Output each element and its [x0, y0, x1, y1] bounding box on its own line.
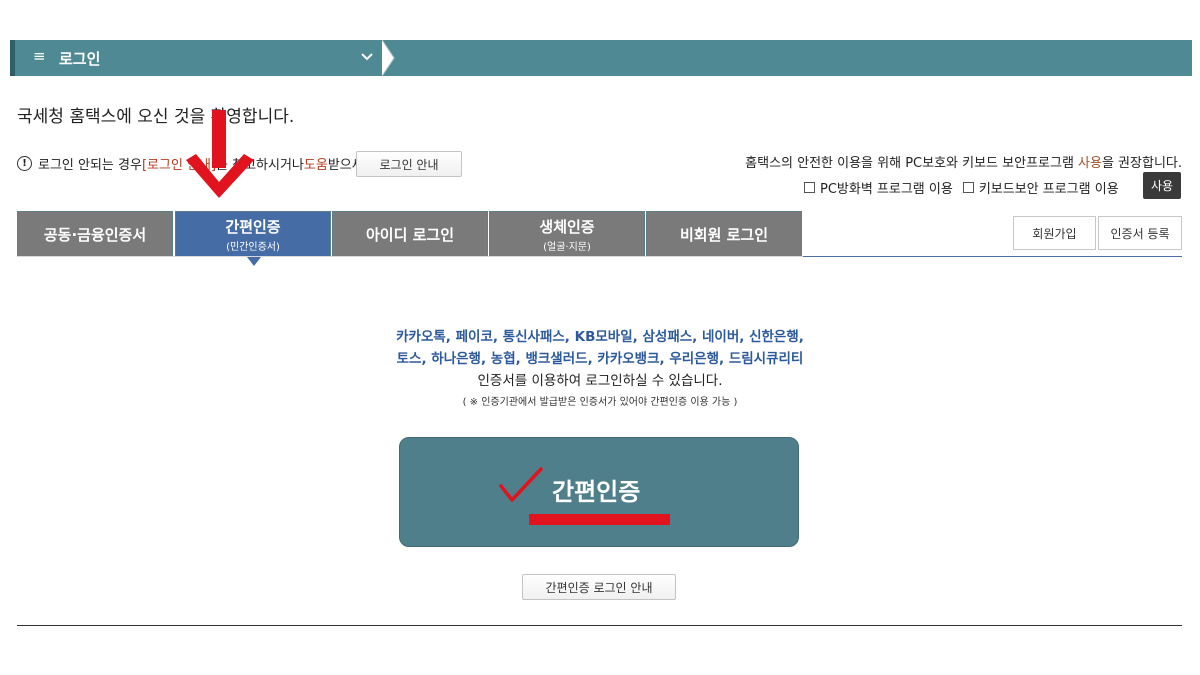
simple-auth-button-label: 간편인증	[552, 478, 641, 506]
breadcrumb-separator-icon	[382, 40, 395, 76]
supported-providers-line1: 카카오톡, 페이코, 통신사패스, KB모바일, 삼성패스, 네이버, 신한은행…	[396, 329, 804, 345]
login-menu-dropdown[interactable]: ≡ 로그인	[15, 40, 382, 76]
tab-id-login[interactable]: 아이디 로그인	[332, 211, 488, 257]
security-text-highlight: 사용	[1078, 156, 1102, 171]
help-link[interactable]: 도움	[304, 154, 328, 173]
login-requirement-note: ( ※ 인증기관에서 발급받은 인증서가 있어야 간편인증 이용 가능 )	[462, 397, 738, 408]
tab-simple-auth[interactable]: 간편인증 (민간인증서)	[175, 211, 331, 257]
simple-auth-guide-button[interactable]: 간편인증 로그인 안내	[522, 574, 676, 600]
red-arrow-down-icon	[186, 110, 254, 198]
security-recommendation: 홈택스의 안전한 이용을 위해 PC보호와 키보드 보안프로그램 사용을 권장합…	[745, 152, 1182, 171]
use-security-button[interactable]: 사용	[1143, 172, 1181, 199]
chevron-down-icon	[361, 53, 373, 61]
login-description: 인증서를 이용하여 로그인하실 수 있습니다.	[477, 373, 723, 389]
hamburger-icon: ≡	[33, 47, 46, 65]
tab-guest-login[interactable]: 비회원 로그인	[646, 211, 802, 257]
bottom-divider	[17, 625, 1182, 626]
menu-title: 로그인	[59, 50, 101, 68]
tab-sublabel: (얼굴·지문)	[543, 242, 591, 253]
supported-providers-line2: 토스, 하나은행, 농협, 뱅크샐러드, 카카오뱅크, 우리은행, 드림시큐리티	[396, 351, 804, 367]
keyboard-security-option[interactable]: 키보드보안 프로그램 이용	[962, 178, 1119, 197]
keyboard-security-checkbox[interactable]	[962, 182, 974, 193]
pc-firewall-option[interactable]: PC방화벽 프로그램 이용	[804, 178, 953, 197]
tab-label: 아이디 로그인	[365, 226, 455, 244]
tab-baseline	[17, 256, 803, 257]
tab-label: 생체인증	[539, 218, 595, 236]
pc-firewall-checkbox[interactable]	[804, 182, 815, 193]
keyboard-security-label: 키보드보안 프로그램 이용	[978, 182, 1119, 197]
security-options: PC방화벽 프로그램 이용 키보드보안 프로그램 이용	[804, 178, 1129, 197]
simple-auth-button[interactable]: 간편인증	[399, 437, 799, 547]
red-underline-annotation	[529, 514, 670, 525]
security-text-prefix: 홈택스의 안전한 이용을 위해 PC보호와 키보드 보안프로그램	[745, 156, 1079, 171]
login-guide-button[interactable]: 로그인 안내	[356, 151, 462, 177]
register-certificate-button[interactable]: 인증서 등록	[1098, 216, 1182, 250]
top-menu-bar: ≡ 로그인	[10, 40, 1192, 76]
tab-joint-certificate[interactable]: 공동·금융인증서	[17, 211, 173, 257]
active-tab-pointer-icon	[247, 257, 261, 266]
tab-label: 비회원 로그인	[679, 226, 769, 244]
pc-firewall-label: PC방화벽 프로그램 이용	[820, 182, 953, 197]
tab-label: 간편인증	[225, 218, 281, 236]
tab-sublabel: (민간인증서)	[226, 242, 280, 253]
red-checkmark-icon	[499, 467, 543, 502]
tab-divider-line	[803, 256, 1182, 257]
exclamation-icon: !	[17, 156, 32, 171]
notice-prefix: 로그인 안되는 경우	[38, 158, 142, 173]
signup-button[interactable]: 회원가입	[1013, 216, 1096, 250]
tab-label: 공동·금융인증서	[43, 226, 147, 244]
security-text-suffix: 을 권장합니다.	[1101, 156, 1182, 171]
tab-biometric[interactable]: 생체인증 (얼굴·지문)	[489, 211, 645, 257]
